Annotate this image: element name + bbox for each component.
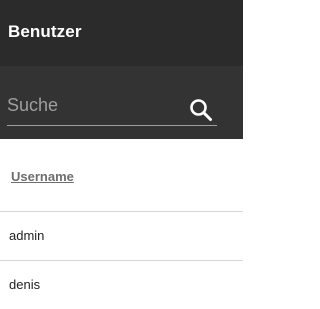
search-icon[interactable] xyxy=(188,97,214,123)
search-bar xyxy=(0,66,243,139)
table-row[interactable]: denis xyxy=(0,261,243,309)
username-cell: admin xyxy=(9,228,45,243)
app-header: Benutzer xyxy=(0,0,243,66)
search-input[interactable] xyxy=(7,92,190,118)
table-row[interactable]: admin xyxy=(0,212,243,260)
username-cell: denis xyxy=(9,277,41,292)
table-header: Username xyxy=(0,139,243,212)
column-header-username[interactable]: Username xyxy=(11,169,74,184)
page-title: Benutzer xyxy=(8,22,82,41)
search-underline xyxy=(7,125,217,126)
